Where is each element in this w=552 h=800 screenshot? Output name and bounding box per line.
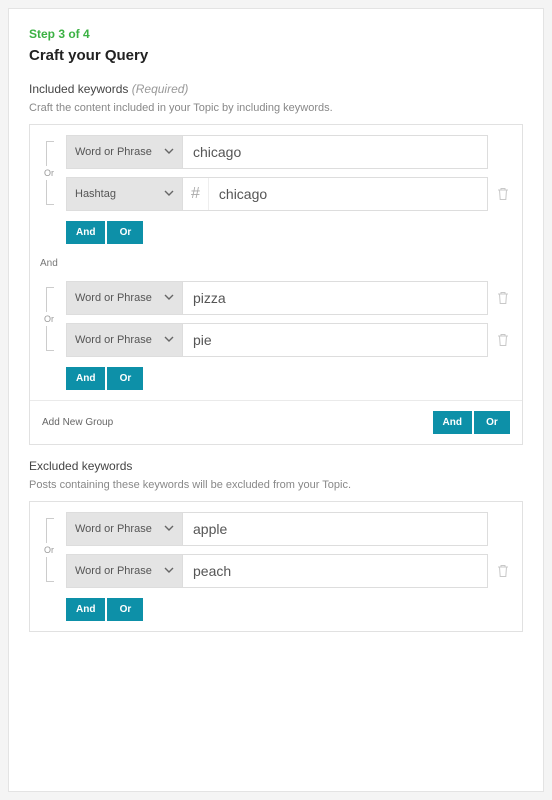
hashtag-prefix-icon: # <box>183 178 209 210</box>
excluded-desc: Posts containing these keywords will be … <box>29 479 523 491</box>
keyword-type-select[interactable]: Word or Phrase <box>67 513 183 545</box>
keyword-type-select[interactable]: Word or Phrase <box>67 555 183 587</box>
or-button[interactable]: Or <box>107 367 143 390</box>
keyword-group: OrWord or PhraseWord or PhraseAndOr <box>30 504 522 631</box>
and-button[interactable]: And <box>66 598 105 621</box>
chevron-down-icon <box>164 292 174 302</box>
delete-row-icon[interactable] <box>496 564 510 578</box>
or-rail-label: Or <box>44 543 54 557</box>
keyword-input[interactable] <box>209 178 487 210</box>
excluded-groups-box: OrWord or PhraseWord or PhraseAndOr <box>29 501 523 632</box>
and-join-label: And <box>40 258 522 269</box>
or-rail: Or <box>42 135 66 211</box>
footer-or-button[interactable]: Or <box>474 411 510 434</box>
add-new-group-button[interactable]: Add New Group <box>42 417 113 428</box>
keyword-type-select[interactable]: Word or Phrase <box>67 324 183 356</box>
keyword-row-box: Word or Phrase <box>66 281 488 315</box>
keyword-row: Word or Phrase <box>66 135 510 169</box>
keyword-type-label: Word or Phrase <box>75 523 152 535</box>
delete-row-icon[interactable] <box>496 291 510 305</box>
keyword-input[interactable] <box>183 513 487 545</box>
keyword-input[interactable] <box>183 136 487 168</box>
rows-container: Word or Phrase Word or Phrase <box>66 281 510 357</box>
keyword-type-select[interactable]: Hashtag <box>67 178 183 210</box>
keyword-input[interactable] <box>183 555 487 587</box>
footer-and-button[interactable]: And <box>433 411 472 434</box>
page-title: Craft your Query <box>29 47 523 64</box>
included-groups-box: OrWord or PhraseHashtag#AndOrAndOrWord o… <box>29 124 523 445</box>
included-desc: Craft the content included in your Topic… <box>29 102 523 114</box>
delete-row-icon[interactable] <box>496 333 510 347</box>
keyword-row: Hashtag # <box>66 177 510 211</box>
excluded-heading: Excluded keywords <box>29 459 132 473</box>
or-button[interactable]: Or <box>107 221 143 244</box>
group-button-row: AndOr <box>66 367 510 390</box>
keyword-type-label: Word or Phrase <box>75 334 152 346</box>
keyword-row-box: Hashtag # <box>66 177 488 211</box>
or-rail-label: Or <box>44 312 54 326</box>
chevron-down-icon <box>164 523 174 533</box>
keyword-group: OrWord or PhraseWord or PhraseAndOr <box>30 273 522 400</box>
keyword-input[interactable] <box>183 282 487 314</box>
keyword-row: Word or Phrase <box>66 554 510 588</box>
or-rail-label: Or <box>44 166 54 180</box>
keyword-row: Word or Phrase <box>66 281 510 315</box>
or-button[interactable]: Or <box>107 598 143 621</box>
keyword-type-label: Word or Phrase <box>75 565 152 577</box>
rows-container: Word or Phrase Word or Phrase <box>66 512 510 588</box>
required-label: (Required) <box>132 82 189 96</box>
keyword-type-label: Word or Phrase <box>75 292 152 304</box>
keyword-group: OrWord or PhraseHashtag#AndOr <box>30 127 522 254</box>
keyword-row: Word or Phrase <box>66 512 510 546</box>
keyword-type-label: Word or Phrase <box>75 146 152 158</box>
chevron-down-icon <box>164 334 174 344</box>
keyword-row-box: Word or Phrase <box>66 323 488 357</box>
keyword-row-box: Word or Phrase <box>66 554 488 588</box>
chevron-down-icon <box>164 565 174 575</box>
group-footer: Add New Group And Or <box>30 400 522 444</box>
delete-row-icon[interactable] <box>496 187 510 201</box>
included-heading-text: Included keywords <box>29 82 128 96</box>
or-rail: Or <box>42 281 66 357</box>
keyword-input[interactable] <box>183 324 487 356</box>
keyword-row-box: Word or Phrase <box>66 135 488 169</box>
chevron-down-icon <box>164 188 174 198</box>
query-builder-panel: Step 3 of 4 Craft your Query Included ke… <box>8 8 544 792</box>
or-rail: Or <box>42 512 66 588</box>
keyword-type-select[interactable]: Word or Phrase <box>67 136 183 168</box>
keyword-type-select[interactable]: Word or Phrase <box>67 282 183 314</box>
chevron-down-icon <box>164 146 174 156</box>
group-button-row: AndOr <box>66 221 510 244</box>
keyword-row-box: Word or Phrase <box>66 512 488 546</box>
and-button[interactable]: And <box>66 221 105 244</box>
keyword-row: Word or Phrase <box>66 323 510 357</box>
and-button[interactable]: And <box>66 367 105 390</box>
included-heading: Included keywords (Required) <box>29 82 188 96</box>
rows-container: Word or Phrase Hashtag # <box>66 135 510 211</box>
step-label: Step 3 of 4 <box>29 27 523 41</box>
keyword-type-label: Hashtag <box>75 188 116 200</box>
group-button-row: AndOr <box>66 598 510 621</box>
